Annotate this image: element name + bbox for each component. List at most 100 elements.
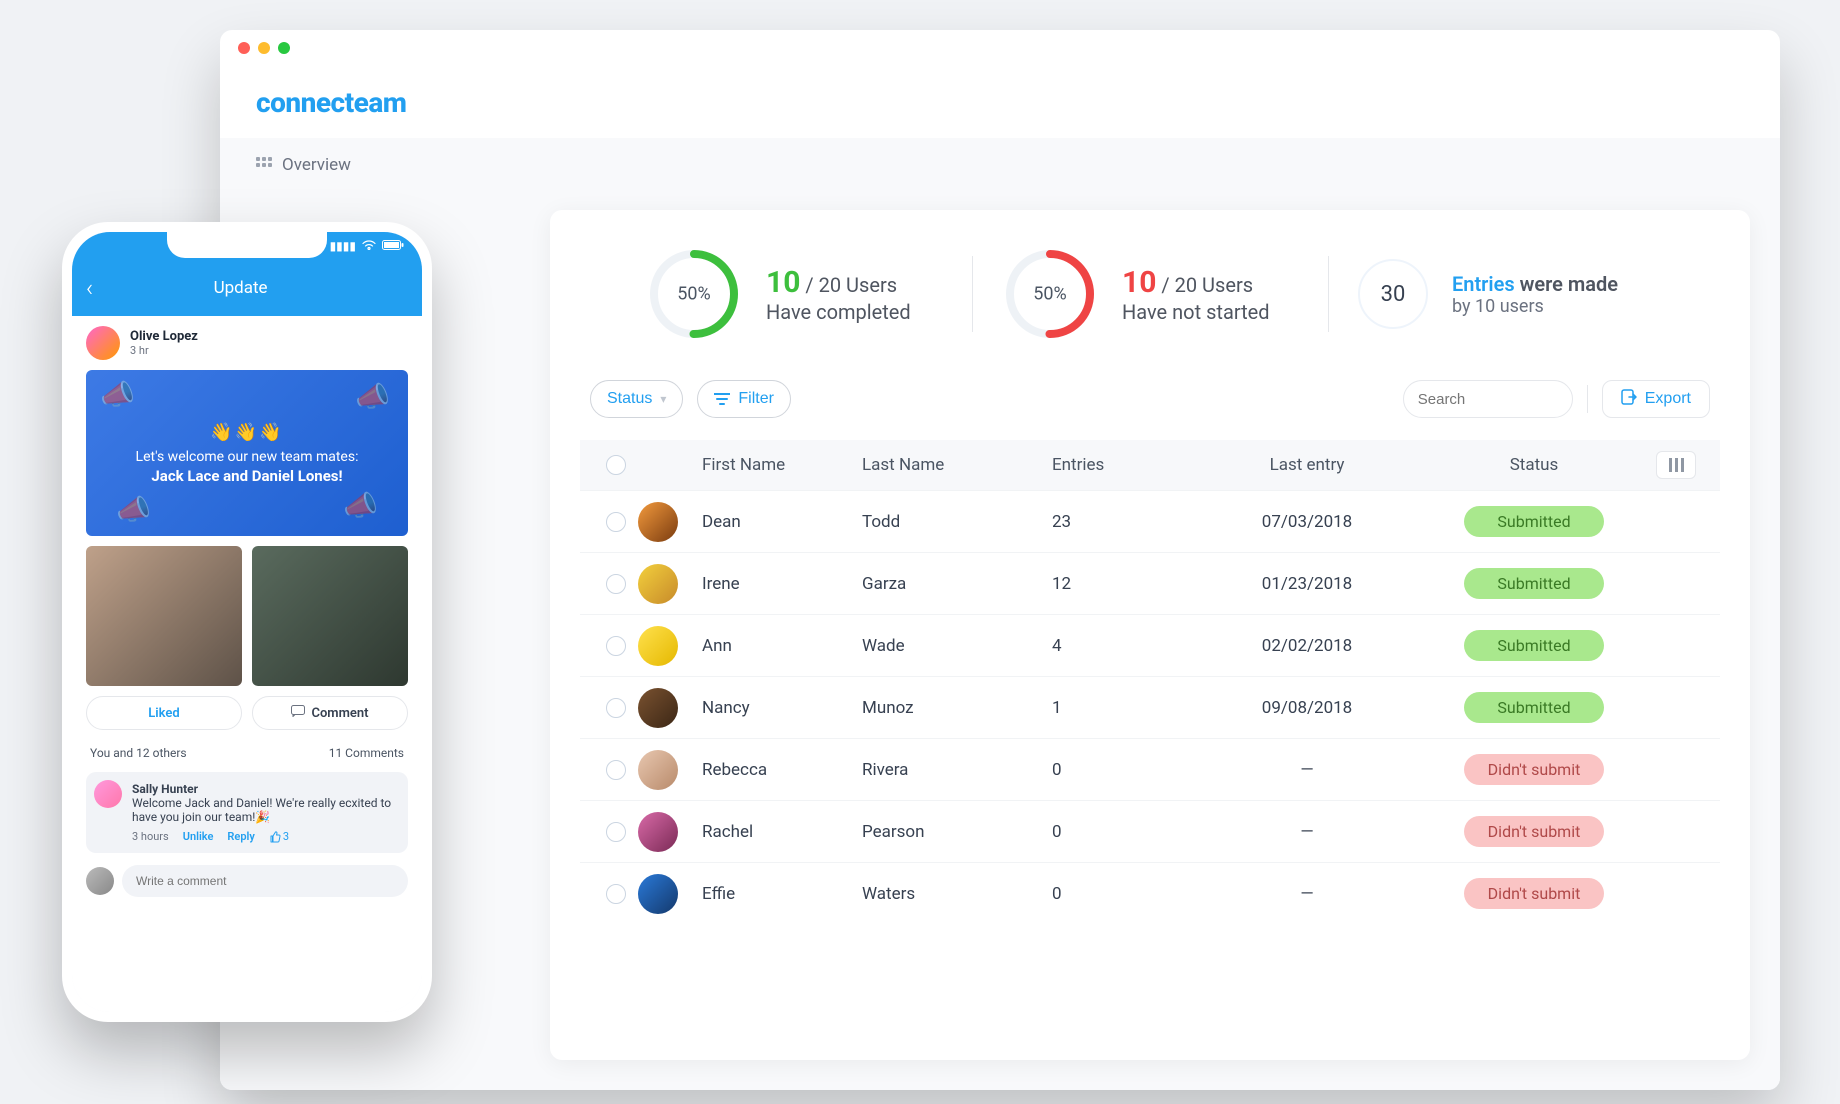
cell-first-name: Rebecca (702, 760, 862, 780)
welcome-banner: 📣 📣 📣 📣 👋👋👋 Let's welcome our new team m… (86, 370, 408, 536)
cell-status: Submitted (1422, 692, 1646, 723)
photo-1[interactable] (86, 546, 242, 686)
write-comment-input[interactable] (122, 865, 408, 897)
cell-entries: 0 (1052, 822, 1192, 842)
desktop-window: connecteam Overview 50% 10 / 20 Users Ha… (220, 30, 1780, 1090)
likes-text[interactable]: You and 12 others (90, 746, 187, 760)
filter-button[interactable]: Filter (697, 380, 791, 418)
window-minimize-dot[interactable] (258, 42, 270, 54)
notstarted-count: 10 (1122, 265, 1156, 300)
liked-button[interactable]: Liked (86, 696, 242, 730)
signal-icon: ▮▮▮▮ (330, 239, 356, 253)
comment-unlike[interactable]: Unlike (183, 830, 214, 843)
row-checkbox[interactable] (606, 636, 626, 656)
like-summary: You and 12 others 11 Comments (72, 740, 422, 766)
export-icon (1621, 389, 1637, 410)
stat-notstarted-text: 10 / 20 Users Have not started (1122, 265, 1270, 324)
banner-line1: Let's welcome our new team mates: (136, 449, 359, 465)
table-row[interactable]: RachelPearson0—Didn't submit (580, 800, 1720, 862)
row-avatar[interactable] (638, 564, 678, 604)
comments-text[interactable]: 11 Comments (329, 746, 404, 760)
table-row[interactable]: NancyMunoz109/08/2018Submitted (580, 676, 1720, 738)
row-avatar[interactable] (638, 502, 678, 542)
table-row[interactable]: EffieWaters0—Didn't submit (580, 862, 1720, 924)
table-row[interactable]: AnnWade402/02/2018Submitted (580, 614, 1720, 676)
banner-emoji: 👋👋👋 (210, 422, 283, 443)
row-checkbox[interactable] (606, 512, 626, 532)
comment-avatar[interactable] (94, 780, 122, 808)
row-checkbox[interactable] (606, 698, 626, 718)
table-row[interactable]: IreneGarza1201/23/2018Submitted (580, 552, 1720, 614)
comment-button[interactable]: Comment (252, 696, 408, 730)
row-avatar[interactable] (638, 626, 678, 666)
cell-status: Didn't submit (1422, 816, 1646, 847)
col-entries[interactable]: Entries (1052, 455, 1192, 475)
wifi-icon (362, 239, 376, 253)
col-status[interactable]: Status (1422, 455, 1646, 475)
liked-label: Liked (148, 706, 179, 721)
filter-icon (714, 392, 730, 406)
phone-notch (167, 232, 327, 258)
comment-text: Welcome Jack and Daniel! We're really ec… (132, 796, 398, 824)
stat-completed: 50% 10 / 20 Users Have completed (616, 246, 972, 342)
cell-last-name: Pearson (862, 822, 1052, 842)
post-avatar[interactable] (86, 326, 120, 360)
cell-status: Submitted (1422, 506, 1646, 537)
stat-notstarted: 50% 10 / 20 Users Have not started (972, 246, 1328, 342)
cell-last-entry: 02/02/2018 (1192, 636, 1422, 656)
write-comment-row (72, 853, 422, 909)
filter-button-label: Filter (738, 390, 774, 408)
col-last-name[interactable]: Last Name (862, 455, 1052, 475)
cell-last-entry: — (1192, 884, 1422, 904)
cell-entries: 12 (1052, 574, 1192, 594)
row-checkbox[interactable] (606, 822, 626, 842)
phone-body: Olive Lopez 3 hr 📣 📣 📣 📣 👋👋👋 Let's welco… (72, 316, 422, 1012)
row-avatar[interactable] (638, 812, 678, 852)
photo-2[interactable] (252, 546, 408, 686)
status-badge: Submitted (1464, 506, 1604, 537)
row-checkbox[interactable] (606, 574, 626, 594)
table-row[interactable]: RebeccaRivera0—Didn't submit (580, 738, 1720, 800)
notstarted-total: / 20 Users (1161, 273, 1253, 297)
comment-icon (291, 705, 305, 721)
col-first-name[interactable]: First Name (702, 455, 862, 475)
brand-name: connecteam (256, 86, 406, 119)
grid-icon (256, 157, 272, 173)
breadcrumb-label[interactable]: Overview (282, 155, 351, 175)
window-close-dot[interactable] (238, 42, 250, 54)
status-dropdown[interactable]: Status (590, 380, 683, 418)
divider (1587, 385, 1588, 413)
cell-status: Submitted (1422, 568, 1646, 599)
table-row[interactable]: DeanTodd2307/03/2018Submitted (580, 490, 1720, 552)
export-button[interactable]: Export (1602, 380, 1710, 418)
row-avatar[interactable] (638, 874, 678, 914)
comment-meta: 3 hours Unlike Reply 3 (132, 830, 398, 843)
phone-title: Update (73, 278, 408, 298)
self-avatar[interactable] (86, 867, 114, 895)
cell-entries: 1 (1052, 698, 1192, 718)
row-checkbox[interactable] (606, 760, 626, 780)
cell-status: Didn't submit (1422, 878, 1646, 909)
row-checkbox[interactable] (606, 884, 626, 904)
entries-line2: by 10 users (1452, 296, 1618, 317)
completed-line2: Have completed (766, 300, 911, 324)
row-avatar[interactable] (638, 688, 678, 728)
comment-reply[interactable]: Reply (227, 830, 254, 843)
arc-notstarted: 50% (1002, 246, 1098, 342)
cell-entries: 4 (1052, 636, 1192, 656)
stat-completed-text: 10 / 20 Users Have completed (766, 265, 911, 324)
cell-last-entry: 01/23/2018 (1192, 574, 1422, 594)
entries-text: Entries were made by 10 users (1452, 272, 1618, 317)
col-last-entry[interactable]: Last entry (1192, 455, 1422, 475)
search-wrap[interactable] (1403, 380, 1573, 418)
completed-total: / 20 Users (805, 273, 897, 297)
header-checkbox[interactable] (606, 455, 626, 475)
comment-like-count[interactable]: 3 (269, 830, 289, 843)
post-header: Olive Lopez 3 hr (72, 316, 422, 370)
comment-time: 3 hours (132, 830, 169, 843)
window-maximize-dot[interactable] (278, 42, 290, 54)
cell-last-name: Munoz (862, 698, 1052, 718)
window-content: connecteam Overview 50% 10 / 20 Users Ha… (220, 66, 1780, 1090)
columns-button[interactable] (1656, 451, 1696, 479)
row-avatar[interactable] (638, 750, 678, 790)
